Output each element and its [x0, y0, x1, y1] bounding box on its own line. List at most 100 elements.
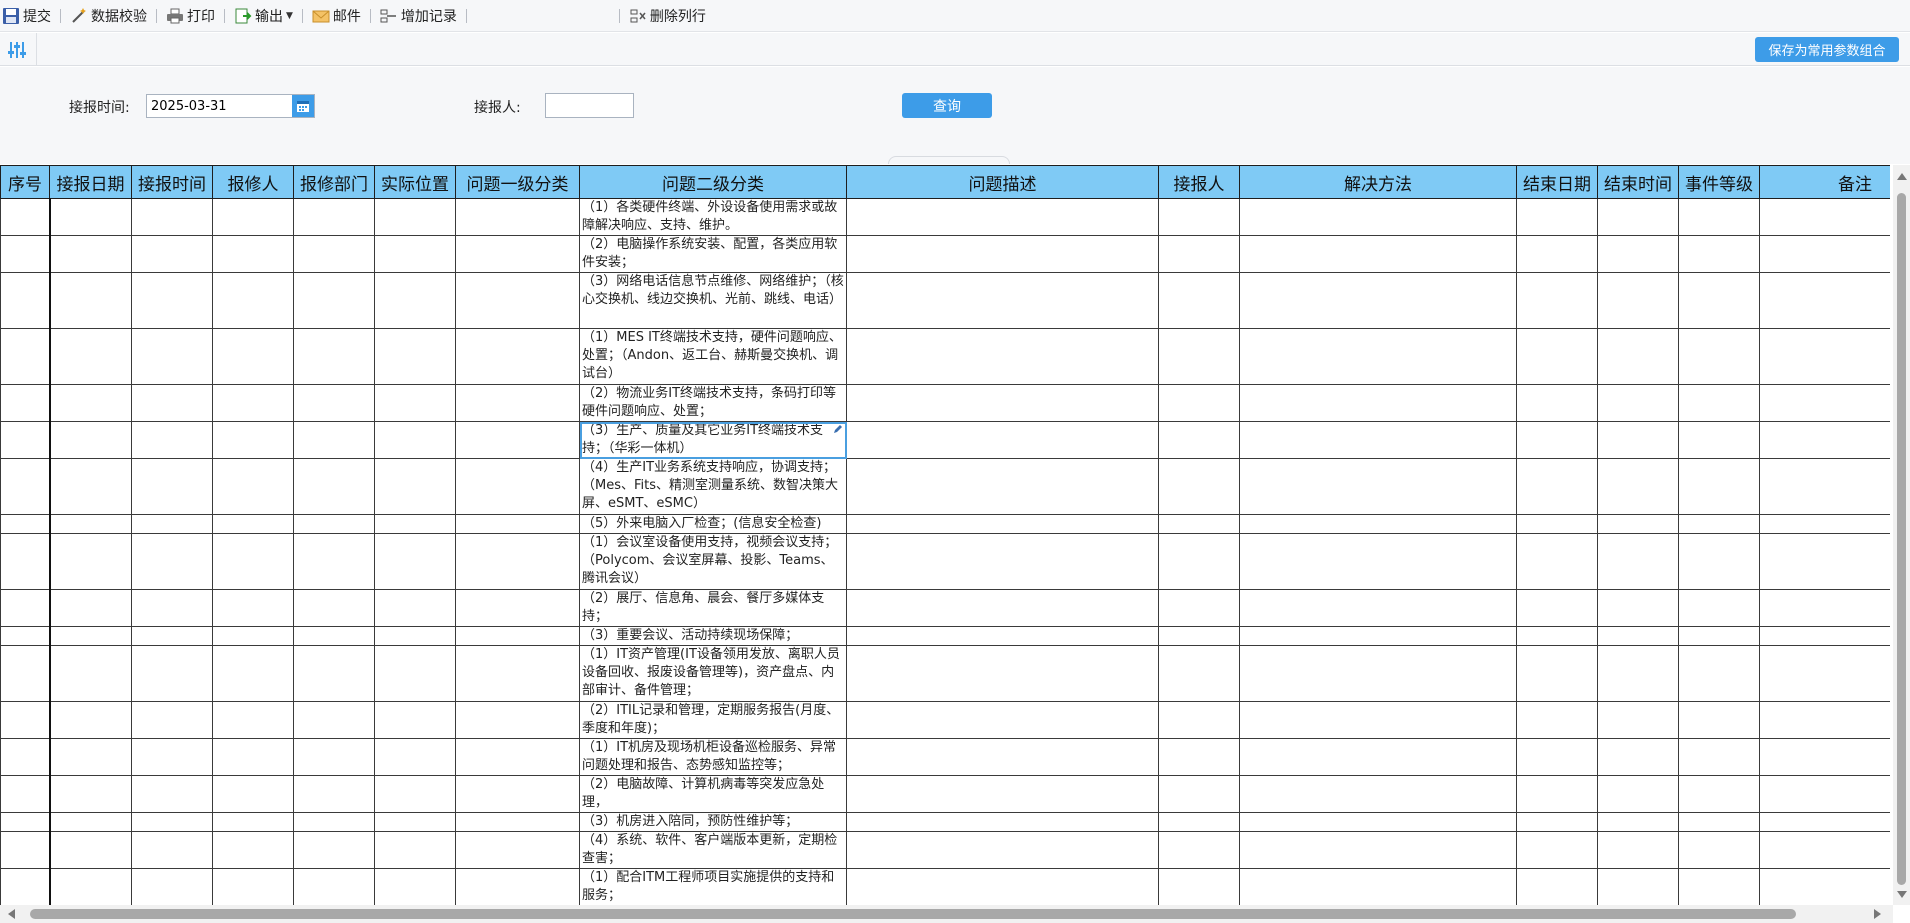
grid-cell[interactable] [1516, 701, 1598, 739]
grid-cell[interactable] [1516, 384, 1598, 422]
seq-cell[interactable] [0, 701, 51, 739]
grid-cell[interactable] [455, 812, 580, 832]
grid-cell[interactable] [212, 701, 294, 739]
grid-cell[interactable] [293, 775, 375, 813]
grid-cell[interactable] [131, 831, 213, 869]
grid-cell[interactable] [1516, 738, 1598, 776]
grid-cell[interactable] [1678, 272, 1760, 329]
grid-cell[interactable] [212, 384, 294, 422]
column-header[interactable]: 结束时间 [1597, 165, 1679, 199]
column-header[interactable]: 问题一级分类 [455, 165, 580, 199]
grid-cell[interactable] [212, 812, 294, 832]
grid-cell[interactable] [846, 533, 1159, 590]
grid-cell[interactable] [1678, 328, 1760, 385]
grid-cell[interactable] [1678, 458, 1760, 515]
grid-cell[interactable] [374, 198, 456, 236]
grid-cell[interactable] [212, 868, 294, 905]
grid-cell[interactable] [49, 775, 132, 813]
grid-cell[interactable] [846, 198, 1159, 236]
category-cell[interactable]: （3）重要会议、活动持续现场保障； [579, 626, 847, 646]
grid-cell[interactable] [131, 626, 213, 646]
grid-cell[interactable] [1759, 198, 1890, 236]
grid-cell[interactable] [1678, 514, 1760, 534]
grid-cell[interactable] [1597, 272, 1679, 329]
grid-cell[interactable] [846, 775, 1159, 813]
seq-cell[interactable] [0, 868, 51, 905]
grid-cell[interactable] [846, 235, 1159, 273]
seq-cell[interactable] [0, 458, 51, 515]
grid-cell[interactable] [212, 626, 294, 646]
calendar-button[interactable] [292, 95, 314, 117]
grid-cell[interactable] [1759, 421, 1890, 459]
grid-cell[interactable] [212, 458, 294, 515]
grid-cell[interactable] [1158, 626, 1240, 646]
grid-cell[interactable] [131, 272, 213, 329]
grid-cell[interactable] [1158, 421, 1240, 459]
scroll-left-icon[interactable] [8, 909, 15, 919]
grid-cell[interactable] [1759, 738, 1890, 776]
grid-cell[interactable] [1516, 812, 1598, 832]
grid-cell[interactable] [374, 868, 456, 905]
grid-cell[interactable] [1516, 831, 1598, 869]
grid-cell[interactable] [1516, 626, 1598, 646]
collapse-form-handle[interactable] [888, 156, 1010, 164]
grid-cell[interactable] [293, 589, 375, 627]
column-header[interactable]: 接报时间 [131, 165, 213, 199]
grid-cell[interactable] [1239, 533, 1517, 590]
grid-cell[interactable] [1597, 738, 1679, 776]
grid-cell[interactable] [846, 701, 1159, 739]
grid-cell[interactable] [846, 328, 1159, 385]
grid-cell[interactable] [846, 514, 1159, 534]
grid-cell[interactable] [1239, 812, 1517, 832]
grid-cell[interactable] [1678, 626, 1760, 646]
vertical-scrollbar[interactable] [1893, 165, 1910, 905]
validate-button[interactable]: 数据校验 [68, 0, 149, 32]
grid-cell[interactable] [1158, 738, 1240, 776]
grid-cell[interactable] [49, 458, 132, 515]
grid-cell[interactable] [1597, 458, 1679, 515]
seq-cell[interactable] [0, 533, 51, 590]
reporter-input[interactable] [545, 93, 634, 118]
grid-cell[interactable] [212, 328, 294, 385]
category-cell[interactable]: （1）各类硬件终端、外设设备使用需求或故障解决响应、支持、维护。 [579, 198, 847, 236]
grid-cell[interactable] [374, 738, 456, 776]
date-input[interactable] [147, 95, 292, 117]
grid-cell[interactable] [1678, 701, 1760, 739]
grid-cell[interactable] [1239, 198, 1517, 236]
grid-cell[interactable] [293, 421, 375, 459]
grid-cell[interactable] [374, 831, 456, 869]
grid-cell[interactable] [49, 533, 132, 590]
grid-cell[interactable] [374, 458, 456, 515]
grid-cell[interactable] [131, 384, 213, 422]
grid-cell[interactable] [131, 514, 213, 534]
grid-cell[interactable] [1759, 514, 1890, 534]
grid-cell[interactable] [374, 272, 456, 329]
column-header[interactable]: 报修部门 [293, 165, 375, 199]
grid-cell[interactable] [1597, 235, 1679, 273]
grid-cell[interactable] [293, 328, 375, 385]
grid-cell[interactable] [131, 775, 213, 813]
grid-cell[interactable] [1516, 458, 1598, 515]
print-button[interactable]: 打印 [164, 0, 217, 32]
submit-button[interactable]: 提交 [0, 0, 53, 32]
grid-cell[interactable] [1239, 738, 1517, 776]
grid-cell[interactable] [1239, 328, 1517, 385]
category-cell[interactable]: （2）电脑故障、计算机病毒等突发应急处理， [579, 775, 847, 813]
grid-cell[interactable] [1158, 775, 1240, 813]
grid-cell[interactable] [1597, 868, 1679, 905]
grid-cell[interactable] [1239, 775, 1517, 813]
grid-cell[interactable] [131, 812, 213, 832]
grid-cell[interactable] [1759, 458, 1890, 515]
horizontal-scroll-thumb[interactable] [30, 909, 1796, 919]
grid-cell[interactable] [293, 831, 375, 869]
grid-cell[interactable] [212, 514, 294, 534]
column-header[interactable]: 接报日期 [49, 165, 132, 199]
grid-cell[interactable] [455, 701, 580, 739]
seq-cell[interactable] [0, 626, 51, 646]
grid-cell[interactable] [212, 831, 294, 869]
column-header[interactable]: 报修人 [212, 165, 294, 199]
grid-cell[interactable] [846, 589, 1159, 627]
seq-cell[interactable] [0, 775, 51, 813]
grid-cell[interactable] [374, 514, 456, 534]
scroll-right-icon[interactable] [1874, 909, 1881, 919]
